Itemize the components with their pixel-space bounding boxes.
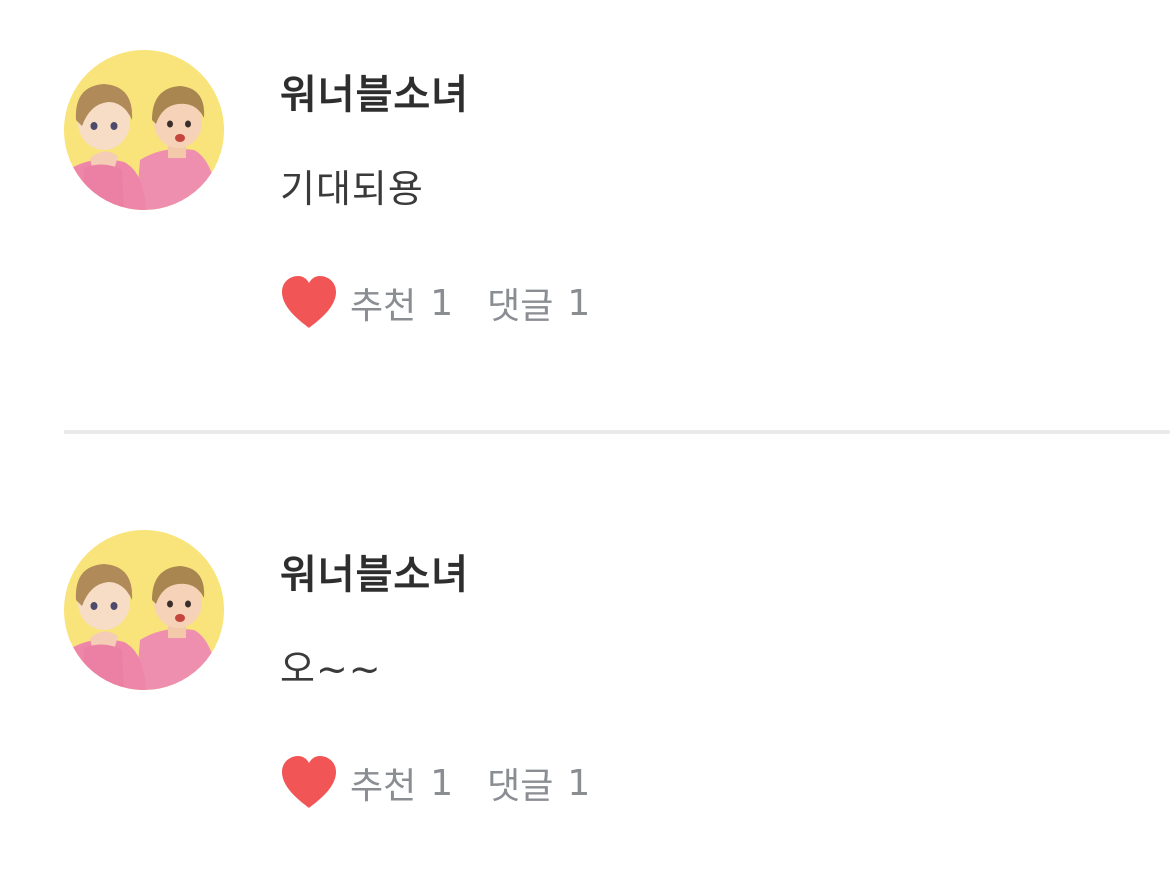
- comment-text: 오~~: [280, 647, 382, 691]
- avatar[interactable]: [64, 530, 224, 690]
- reply-label: 댓글: [487, 766, 554, 807]
- reply-count: 1: [567, 762, 591, 804]
- reply-button[interactable]: 댓글 1: [487, 757, 590, 809]
- reply-button[interactable]: 댓글 1: [487, 277, 590, 329]
- comment-item: 워너블소녀 오~~ 추천 1 댓글 1: [0, 480, 1170, 880]
- comment-item: 워너블소녀 기대되용 추천 1 댓글 1: [0, 0, 1170, 434]
- comment-author[interactable]: 워너블소녀: [280, 62, 469, 120]
- divider: [64, 430, 1170, 434]
- heart-icon[interactable]: [278, 272, 340, 334]
- comment-actions: 추천 1 댓글 1: [278, 272, 590, 334]
- avatar[interactable]: [64, 50, 224, 210]
- like-label: 추천: [350, 286, 417, 327]
- like-count: 1: [430, 762, 454, 804]
- comment-author[interactable]: 워너블소녀: [280, 542, 469, 600]
- like-button[interactable]: 추천 1: [278, 752, 453, 814]
- heart-icon[interactable]: [278, 752, 340, 814]
- like-button[interactable]: 추천 1: [278, 272, 453, 334]
- avatar-illustration: [64, 530, 224, 690]
- avatar-illustration: [64, 50, 224, 210]
- comment-actions: 추천 1 댓글 1: [278, 752, 590, 814]
- reply-label: 댓글: [487, 286, 554, 327]
- like-count: 1: [430, 282, 454, 324]
- comment-text: 기대되용: [280, 167, 424, 211]
- like-label: 추천: [350, 766, 417, 807]
- reply-count: 1: [567, 282, 591, 324]
